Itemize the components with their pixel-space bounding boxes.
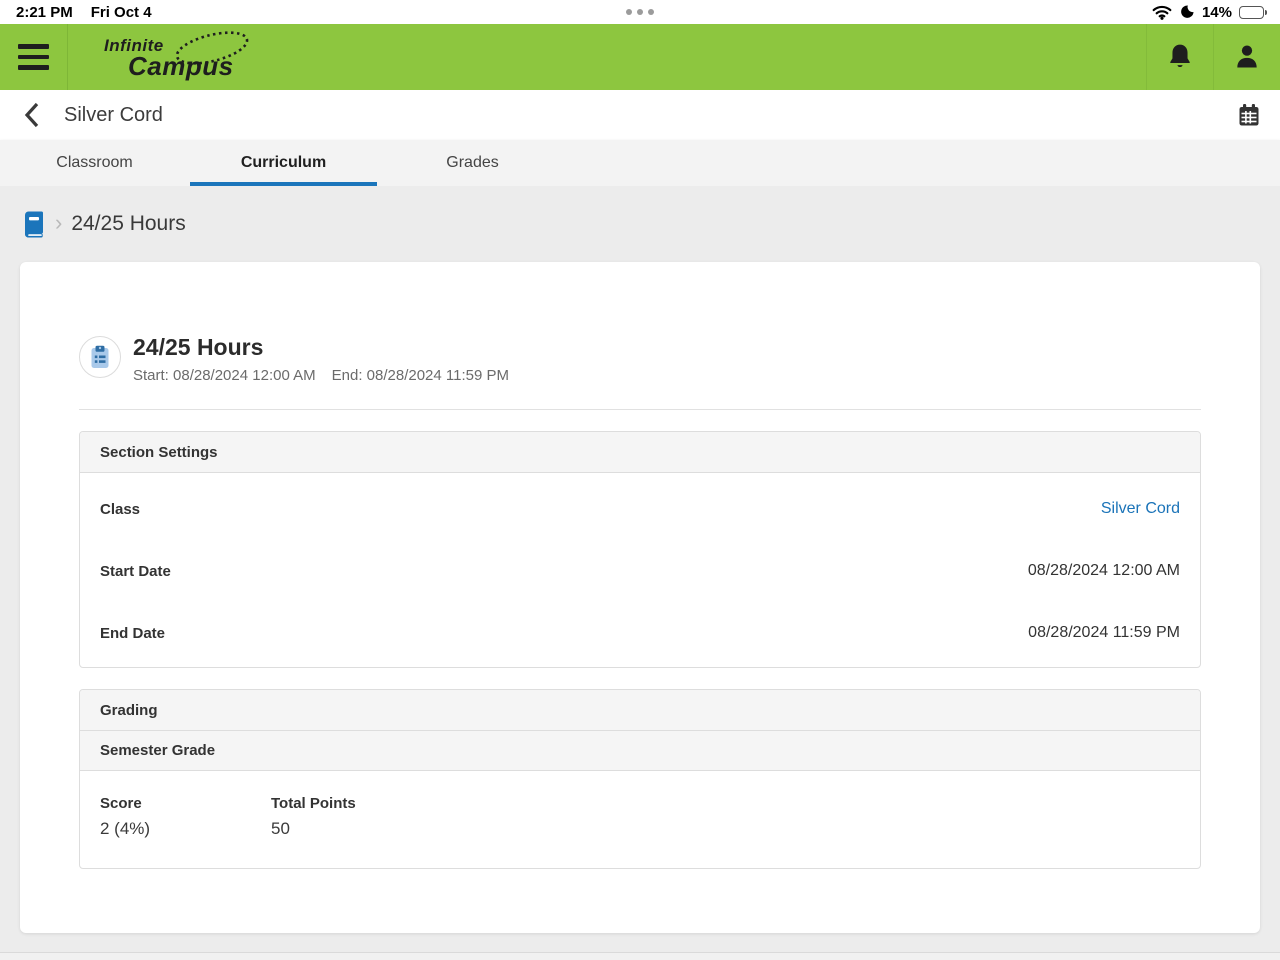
calendar-button[interactable] (1218, 90, 1280, 140)
assignment-end: End: 08/28/2024 11:59 PM (331, 367, 509, 384)
end-date-label: End Date (100, 624, 166, 642)
menu-button[interactable] (0, 24, 68, 90)
start-date-value: 08/28/2024 12:00 AM (1027, 562, 1180, 579)
brand-line2: Campus (128, 51, 234, 81)
total-points-column: Total Points 50 (271, 795, 356, 868)
total-points-value: 50 (271, 819, 290, 838)
class-value-link[interactable]: Silver Cord (1101, 500, 1180, 518)
menu-icon (18, 44, 49, 70)
battery-percent-label: 14% (1201, 3, 1232, 21)
app-header: Infinite Campus (0, 24, 1280, 90)
tab-classroom[interactable]: Classroom (0, 140, 189, 186)
infinite-campus-logo: Infinite Campus (104, 31, 249, 81)
total-points-label: Total Points (271, 795, 356, 812)
notifications-button[interactable] (1146, 24, 1213, 90)
content-area: › 24/25 Hours 24/25 Hours Start: 08/28/2 (0, 186, 1280, 952)
score-column: Score 2 (4%) (100, 795, 271, 868)
book-icon[interactable] (22, 211, 46, 238)
person-icon (1233, 43, 1261, 71)
end-date-value: 08/28/2024 11:59 PM (1028, 624, 1180, 641)
clock-time: 2:21 PM (16, 3, 73, 21)
class-label: Class (100, 500, 141, 518)
page-title: Silver Cord (64, 103, 163, 126)
section-settings-panel: Section Settings Class Silver Cord Start… (79, 431, 1201, 668)
breadcrumb-current: 24/25 Hours (71, 212, 186, 235)
user-menu-button[interactable] (1213, 24, 1280, 90)
assignment-card: 24/25 Hours Start: 08/28/2024 12:00 AM E… (20, 262, 1260, 933)
title-bar: Silver Cord (0, 90, 1280, 140)
assignment-start: Start: 08/28/2024 12:00 AM (133, 367, 316, 384)
bottom-edge (0, 952, 1280, 960)
start-date-label: Start Date (100, 562, 171, 580)
bell-icon (1167, 43, 1193, 71)
tab-curriculum[interactable]: Curriculum (189, 140, 378, 186)
back-icon (24, 102, 40, 128)
breadcrumb-separator: › (55, 209, 63, 235)
tab-bar: Classroom Curriculum Grades (0, 140, 1280, 186)
tab-grades[interactable]: Grades (378, 140, 567, 186)
settings-row-class: Class Silver Cord (80, 478, 1200, 540)
wifi-icon (1152, 4, 1172, 20)
score-label: Score (100, 795, 142, 812)
clock-date: Fri Oct 4 (90, 3, 152, 21)
battery-icon (1239, 5, 1267, 19)
calendar-icon (1237, 102, 1261, 128)
clipboard-icon (79, 336, 121, 378)
score-value: 2 (4%) (100, 819, 151, 838)
section-settings-header: Section Settings (80, 432, 1200, 473)
settings-row-end-date: End Date 08/28/2024 11:59 PM (80, 602, 1200, 664)
divider (79, 409, 1201, 410)
moon-icon (1179, 4, 1195, 20)
assignment-title: 24/25 Hours (133, 334, 264, 360)
settings-row-start-date: Start Date 08/28/2024 12:00 AM (80, 540, 1200, 602)
breadcrumb: › 24/25 Hours (0, 186, 1280, 262)
status-bar: 2:21 PM Fri Oct 4 14% (0, 0, 1280, 24)
grading-panel: Grading Semester Grade Score 2 (4%) Tota… (79, 689, 1201, 869)
semester-grade-subheader: Semester Grade (80, 731, 1200, 771)
multitask-dots-icon (626, 9, 654, 15)
back-button[interactable] (0, 90, 64, 140)
grading-header: Grading (80, 690, 1200, 731)
assignment-header: 24/25 Hours Start: 08/28/2024 12:00 AM E… (79, 334, 1201, 384)
